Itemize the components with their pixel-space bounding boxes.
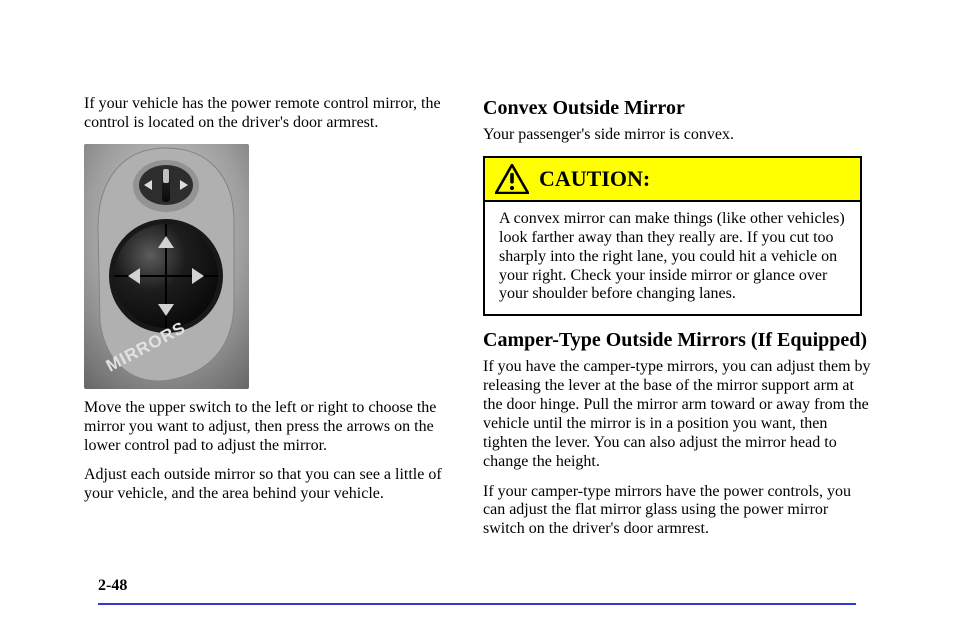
left-step2: Adjust each outside mirror so that you c… — [84, 466, 459, 504]
right-intro: Your passenger's side mirror is convex. — [483, 126, 871, 145]
right-p2: If you have the camper-type mirrors, you… — [483, 358, 871, 471]
caution-label: CAUTION: — [539, 166, 650, 192]
heading-convex-mirror: Convex Outside Mirror — [483, 97, 871, 120]
caution-box: CAUTION: A convex mirror can make things… — [483, 156, 862, 316]
page-number: 2-48 — [98, 577, 127, 595]
warning-icon — [495, 164, 529, 194]
heading-camper-mirrors: Camper-Type Outside Mirrors (If Equipped… — [483, 329, 871, 352]
footer-rule — [98, 603, 856, 605]
caution-body: A convex mirror can make things (like ot… — [485, 202, 860, 314]
right-p3: If your camper-type mirrors have the pow… — [483, 483, 871, 540]
left-intro: If your vehicle has the power remote con… — [84, 95, 459, 133]
mirror-control-photo: MIRRORS — [84, 144, 249, 389]
left-step1: Move the upper switch to the left or rig… — [84, 399, 459, 456]
caution-header: CAUTION: — [485, 158, 860, 202]
